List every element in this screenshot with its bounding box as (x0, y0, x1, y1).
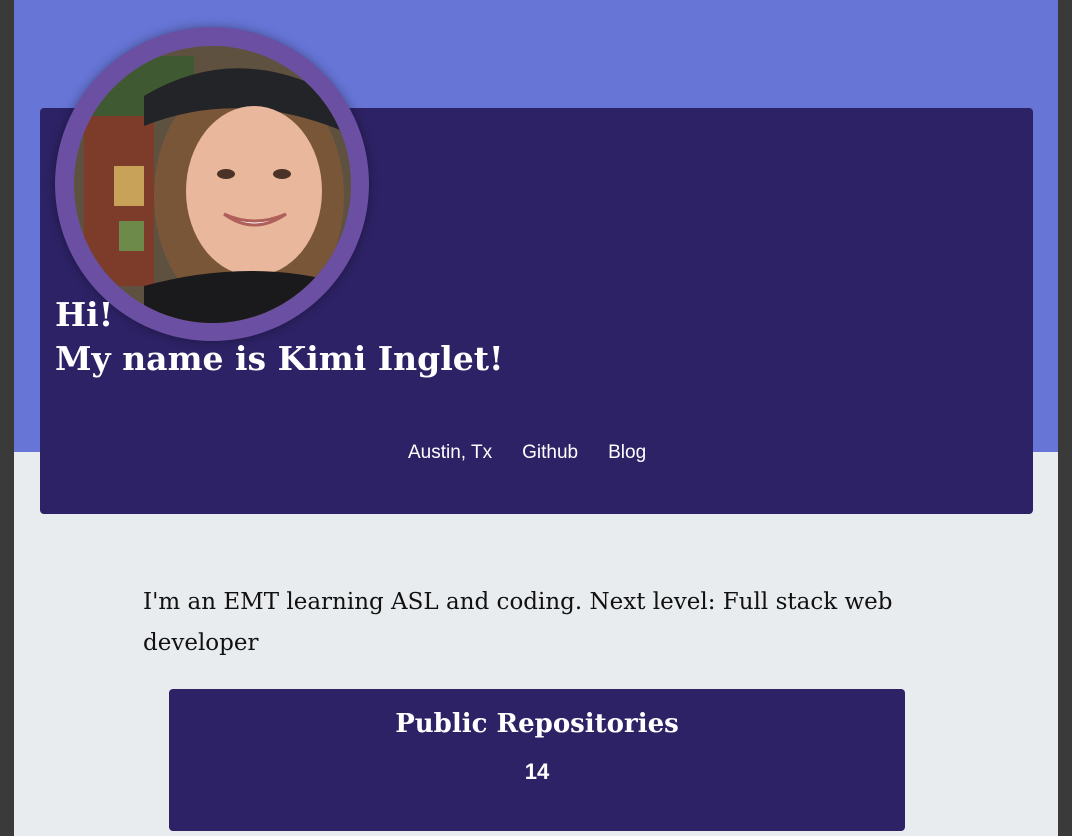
public-repos-count: 14 (524, 759, 550, 784)
bio-text: I'm an EMT learning ASL and coding. Next… (143, 589, 893, 656)
profile-links: Austin, Tx Github Blog (408, 442, 646, 464)
avatar-photo (74, 46, 351, 323)
greeting-line-name: My name is Kimi Inglet! (55, 339, 504, 378)
github-link[interactable]: Github (522, 442, 578, 464)
public-repos-title: Public Repositories (395, 709, 679, 739)
greeting-heading: Hi! My name is Kimi Inglet! (55, 293, 504, 381)
greeting-line-hi: Hi! (55, 295, 114, 334)
blog-link[interactable]: Blog (608, 442, 646, 464)
location-link[interactable]: Austin, Tx (408, 442, 492, 464)
avatar (74, 46, 351, 323)
profile-page: Hi! My name is Kimi Inglet! Austin, Tx G… (14, 0, 1058, 836)
public-repos-card: Public Repositories 14 (169, 689, 905, 831)
